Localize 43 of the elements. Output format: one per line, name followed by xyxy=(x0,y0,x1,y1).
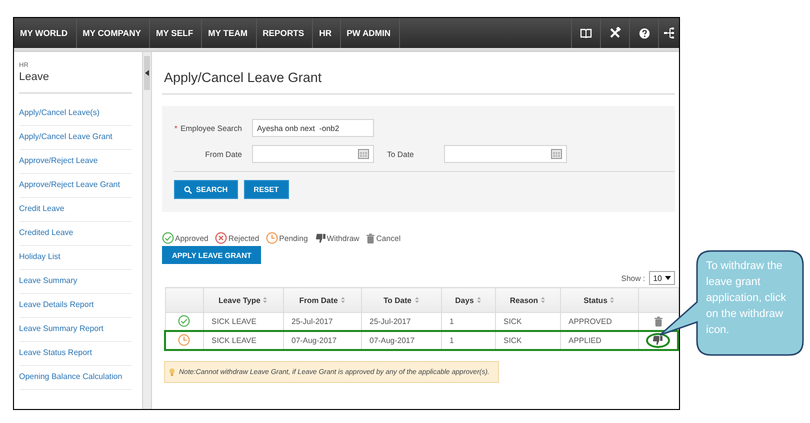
search-icon xyxy=(184,186,192,194)
cross-circle-icon xyxy=(215,232,228,244)
calendar-icon[interactable] xyxy=(358,149,369,159)
sidebar-title: Leave xyxy=(19,71,50,83)
trash-icon xyxy=(366,232,376,244)
sidebar-link[interactable]: Leave Details Report xyxy=(19,294,132,318)
sidebar-link[interactable]: Credit Leave xyxy=(19,198,132,222)
sort-icon[interactable] xyxy=(476,297,481,303)
sidebar-link[interactable]: Approve/Reject Leave Grant xyxy=(19,174,132,198)
collapse-arrow-icon[interactable] xyxy=(145,70,149,76)
help-icon[interactable] xyxy=(638,28,650,38)
date-field[interactable] xyxy=(444,145,567,163)
book-icon[interactable] xyxy=(580,28,592,38)
page-size-select[interactable]: 10 xyxy=(649,271,675,285)
sort-icon[interactable] xyxy=(541,297,546,303)
sidebar-link[interactable]: Leave Status Report xyxy=(19,342,132,366)
sidebar-link[interactable]: Credited Leave xyxy=(19,222,132,246)
thumbs-down-icon xyxy=(652,335,664,346)
sidebar-link[interactable]: Approve/Reject Leave xyxy=(19,150,132,174)
sidebar-link[interactable]: Leave Summary xyxy=(19,270,132,294)
sitemap-icon[interactable] xyxy=(664,27,674,39)
callout-text: To withdraw the leave grant application, click on the withdraw icon. xyxy=(706,259,788,338)
sidebar-link[interactable]: Leave Summary Report xyxy=(19,318,132,342)
caret-icon xyxy=(665,276,671,280)
thumbs-down-icon xyxy=(314,232,326,244)
sidebar-link[interactable]: Opening Balance Calculation xyxy=(19,366,132,390)
clock-icon xyxy=(178,334,190,346)
sort-icon[interactable] xyxy=(263,297,268,303)
check-circle-icon xyxy=(178,314,190,326)
clock-icon xyxy=(266,232,278,244)
sort-icon[interactable] xyxy=(414,297,418,303)
page-title: Apply/Cancel Leave Grant xyxy=(163,70,323,85)
check-circle-icon xyxy=(162,232,174,244)
tools-icon[interactable] xyxy=(609,27,621,39)
sidebar-link[interactable]: Apply/Cancel Leave(s) xyxy=(19,102,132,126)
sort-icon[interactable] xyxy=(340,297,345,303)
sidebar-link[interactable]: Apply/Cancel Leave Grant xyxy=(19,126,132,150)
date-field[interactable] xyxy=(252,145,374,163)
lightbulb-icon xyxy=(169,368,175,376)
calendar-icon[interactable] xyxy=(551,149,562,159)
sort-icon[interactable] xyxy=(610,297,614,303)
sidebar-link[interactable]: Holiday List xyxy=(19,246,132,270)
trash-icon xyxy=(654,316,662,327)
